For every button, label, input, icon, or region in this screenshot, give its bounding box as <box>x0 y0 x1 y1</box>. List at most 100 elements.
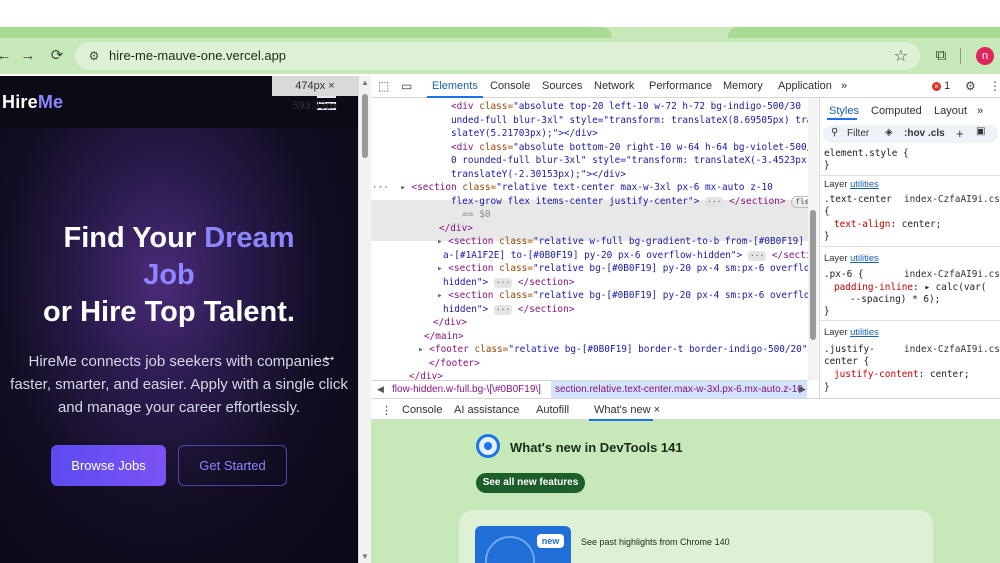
dom-node-line[interactable]: hidden"> ··· </section> <box>443 303 574 317</box>
dom-node-line[interactable]: </main> <box>424 330 464 344</box>
elements-scrollbar[interactable] <box>808 98 818 380</box>
dom-node-line[interactable]: hidden"> ··· </section> <box>443 276 574 290</box>
dom-node-line[interactable]: </div> <box>439 222 473 236</box>
tab-layout[interactable]: Layout <box>934 105 967 117</box>
expand-triangle-icon[interactable]: ▸ <box>418 344 429 355</box>
dom-node-line[interactable]: </div> <box>409 370 443 380</box>
styles-more-chevron-icon[interactable]: » <box>977 105 983 117</box>
tab-sources[interactable]: Sources <box>542 80 582 92</box>
add-rule-icon[interactable]: + <box>956 126 964 141</box>
layers-icon[interactable]: ◈ <box>885 127 893 138</box>
extensions-puzzle-icon[interactable]: ⧉ <box>931 38 951 74</box>
active-tab[interactable] <box>0 27 612 38</box>
rule-selector[interactable]: .px-6 { <box>824 269 864 281</box>
see-all-features-button[interactable]: See all new features <box>476 473 585 493</box>
drawer-tab-autofill[interactable]: Autofill <box>536 404 569 416</box>
url-text[interactable]: hire-me-mauve-one.vercel.app <box>109 48 286 64</box>
collapsed-children-ellipsis[interactable]: ··· <box>705 197 724 207</box>
drawer-menu-icon[interactable]: ⋮ <box>381 404 392 417</box>
expand-triangle-icon[interactable]: ▸ <box>437 263 448 274</box>
page-scrollbar[interactable]: ▲ ▼ <box>358 76 371 563</box>
address-bar[interactable]: ⚙ hire-me-mauve-one.vercel.app ☆ <box>75 42 920 70</box>
drawer-tab-console[interactable]: Console <box>402 404 442 416</box>
element-style-rule[interactable]: element.style { <box>824 148 909 160</box>
expand-triangle-icon[interactable]: ▸ <box>437 236 448 247</box>
error-count-badge[interactable]: × 1 <box>932 80 950 92</box>
rule-declaration[interactable]: justify-content: center; <box>834 369 969 381</box>
breadcrumb-item[interactable]: flow-hidden.w-full.bg-\[\#0B0F19\] <box>392 384 541 395</box>
inactive-tab[interactable] <box>728 27 1000 38</box>
styles-filter-bar[interactable]: ⚲ Filter ◈ :hov .cls + ▣ <box>823 125 998 143</box>
forward-arrow-icon[interactable]: → <box>18 38 38 74</box>
tab-application[interactable]: Application <box>778 80 832 92</box>
dom-node-line[interactable]: == $0 <box>451 208 490 222</box>
close-icon[interactable]: × <box>654 404 660 416</box>
collapsed-children-ellipsis[interactable]: ··· <box>493 278 513 288</box>
past-highlights-card[interactable]: new See past highlights from Chrome 140 <box>459 510 933 563</box>
tab-elements[interactable]: Elements <box>432 80 478 92</box>
kebab-menu-icon[interactable]: ⋮ <box>989 79 1000 93</box>
bookmark-star-icon[interactable]: ☆ <box>894 46 908 66</box>
collapsed-children-ellipsis[interactable]: ··· <box>493 305 513 315</box>
layer-utilities-link[interactable]: utilities <box>850 326 879 337</box>
dom-node-line[interactable]: <div class="absolute bottom-20 right-10 … <box>451 141 809 155</box>
settings-gear-icon[interactable]: ⚙ <box>965 79 976 93</box>
dom-node-line[interactable]: </div> <box>433 316 467 330</box>
dom-node-line[interactable]: </footer> <box>429 357 480 371</box>
layer-utilities-link[interactable]: utilities <box>850 252 879 263</box>
rule-source-link[interactable]: index-CzfaAI9i.css <box>904 194 1000 206</box>
dom-node-line[interactable]: ▸ <footer class="relative bg-[#0B0F19] b… <box>418 343 809 357</box>
rule-source-link[interactable]: index-CzfaAI9i.css <box>904 344 1000 356</box>
more-tabs-chevron-icon[interactable]: » <box>841 80 847 92</box>
back-arrow-icon[interactable]: ← <box>0 38 14 74</box>
dom-node-line[interactable]: slateY(5.21703px);"></div> <box>451 127 598 141</box>
dom-node-line[interactable]: flex-grow flex items-center justify-cent… <box>451 195 809 209</box>
drawer-tab-whats-new[interactable]: What's new × <box>594 404 660 416</box>
cls-toggle[interactable]: .cls <box>928 128 945 139</box>
page-scroll-thumb[interactable] <box>362 94 368 158</box>
elements-tree[interactable]: <div class="absolute top-20 left-10 w-72… <box>371 98 809 380</box>
tab-network[interactable]: Network <box>594 80 634 92</box>
reload-icon[interactable]: ⟳ <box>47 38 67 74</box>
rule-selector[interactable]: .justify- <box>824 344 875 356</box>
tab-console[interactable]: Console <box>490 80 530 92</box>
dom-node-line[interactable]: ▸ <section class="relative bg-[#0B0F19] … <box>437 289 809 303</box>
scroll-up-arrow-icon[interactable]: ▲ <box>361 78 369 87</box>
computed-styles-icon[interactable]: ▣ <box>976 126 985 137</box>
dom-node-line[interactable]: ··· ▸ <section class="relative text-cent… <box>372 181 773 195</box>
breadcrumb-left-arrow-icon[interactable]: ◀ <box>377 384 384 395</box>
dom-node-line[interactable]: unded-full blur-3xl" style="transform: t… <box>451 114 809 128</box>
device-toolbar-icon[interactable]: ▭ <box>401 79 412 93</box>
expand-triangle-icon[interactable]: ▸ <box>437 290 448 301</box>
dom-node-line[interactable]: ▸ <section class="relative w-full bg-gra… <box>437 235 809 249</box>
drawer-tab-ai-assistance[interactable]: AI assistance <box>454 404 519 416</box>
dom-node-line[interactable]: a-[#1A1F2E] to-[#0B0F19] py-20 px-6 over… <box>443 249 809 263</box>
dom-node-line[interactable]: ▸ <section class="relative bg-[#0B0F19] … <box>437 262 809 276</box>
profile-avatar[interactable]: n <box>976 47 994 65</box>
inspect-element-icon[interactable]: ⬚ <box>378 79 389 93</box>
rule-source-link[interactable]: index-CzfaAI9i.css <box>904 269 1000 281</box>
expand-triangle-icon[interactable]: ··· ▸ <box>372 182 412 193</box>
hov-toggle[interactable]: :hov <box>904 128 925 139</box>
tab-memory[interactable]: Memory <box>723 80 763 92</box>
resize-arrows-icon[interactable]: ↔ <box>321 348 337 366</box>
browse-jobs-button[interactable]: Browse Jobs <box>51 445 166 486</box>
breadcrumb-right-arrow-icon[interactable]: ▶ <box>799 384 806 395</box>
dom-node-line[interactable]: 0 rounded-full blur-3xl" style="transfor… <box>451 154 809 168</box>
flex-badge[interactable]: flex <box>791 196 809 208</box>
rule-selector[interactable]: .text-center <box>824 194 892 206</box>
filter-label[interactable]: Filter <box>847 128 869 139</box>
site-info-icon[interactable]: ⚙ <box>86 48 102 64</box>
rule-declaration[interactable]: padding-inline: ▸ calc(var( <box>834 282 986 294</box>
layer-utilities-link[interactable]: utilities <box>850 178 879 189</box>
breadcrumb-item-selected[interactable]: section.relative.text-center.max-w-3xl.p… <box>551 381 807 398</box>
get-started-button[interactable]: Get Started <box>178 445 287 486</box>
site-logo[interactable]: HireMe <box>2 92 63 113</box>
collapsed-children-ellipsis[interactable]: ··· <box>747 251 767 261</box>
rule-declaration[interactable]: text-align: center; <box>834 219 941 231</box>
scroll-down-arrow-icon[interactable]: ▼ <box>361 552 369 561</box>
tab-performance[interactable]: Performance <box>649 80 712 92</box>
past-highlights-text[interactable]: See past highlights from Chrome 140 <box>581 537 730 547</box>
dom-node-line[interactable]: translateY(-2.30153px);"></div> <box>451 168 626 182</box>
tab-styles[interactable]: Styles <box>829 105 859 117</box>
